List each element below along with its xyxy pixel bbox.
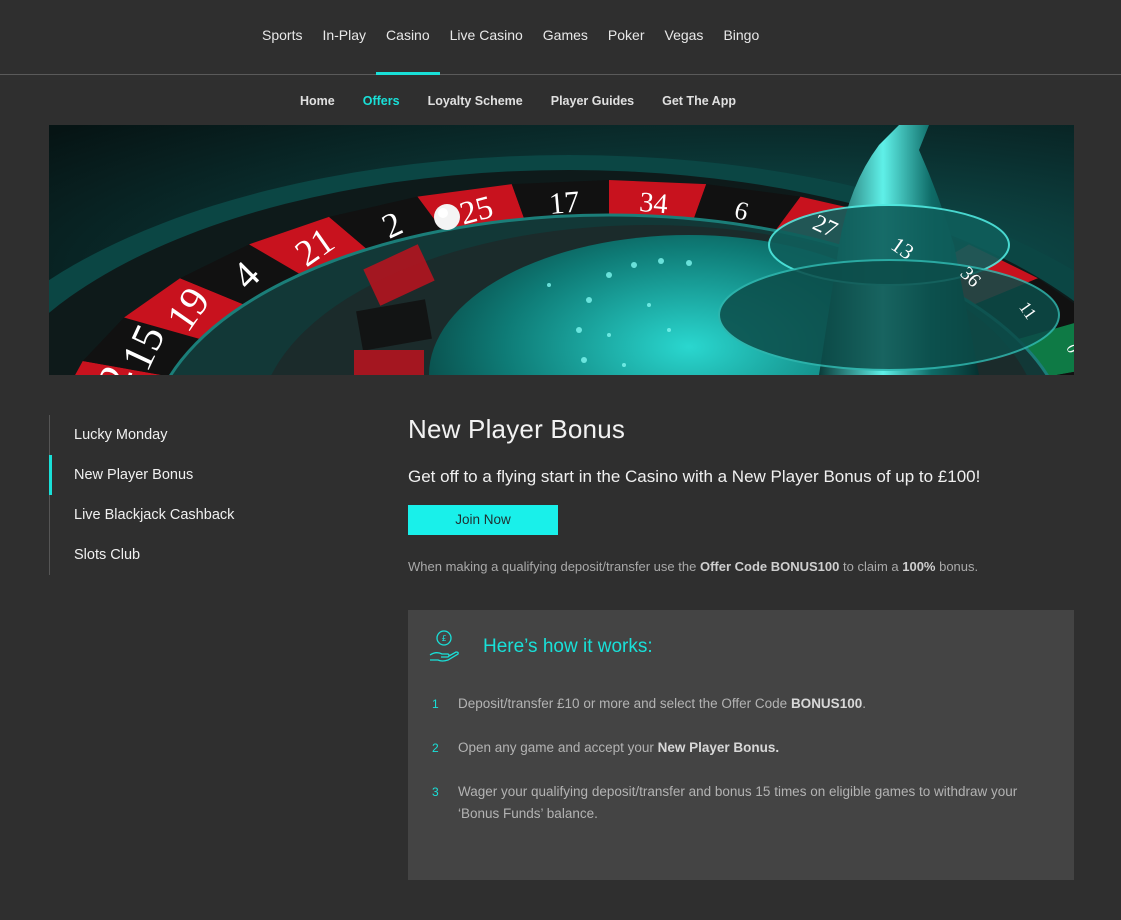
roulette-number: 17 (548, 184, 581, 221)
svg-text:£: £ (441, 634, 446, 643)
top-nav-live-casino[interactable]: Live Casino (440, 0, 533, 74)
step-text-after: . (862, 696, 866, 711)
side-nav-slots-club[interactable]: Slots Club (50, 535, 349, 575)
offers-side-nav: Lucky Monday New Player Bonus Live Black… (49, 415, 349, 575)
step-number: 1 (432, 697, 439, 711)
step-number: 3 (432, 785, 439, 799)
page-title: New Player Bonus (408, 414, 626, 444)
sub-nav-offers[interactable]: Offers (349, 75, 414, 127)
money-hand-icon: £ (429, 630, 459, 662)
sub-nav-home[interactable]: Home (286, 75, 349, 127)
note-offer-code: Offer Code BONUS100 (699, 559, 840, 574)
offer-lead-text: Get off to a flying start in the Casino … (408, 467, 981, 486)
note-prefix: When making a qualifying deposit/transfe… (408, 559, 700, 574)
sub-nav-get-the-app[interactable]: Get The App (648, 75, 750, 127)
top-nav-sports[interactable]: Sports (252, 0, 312, 74)
step-text-main: Wager your qualifying deposit/transfer a… (458, 784, 1018, 821)
step-number: 2 (432, 741, 439, 755)
sub-nav-loyalty-scheme[interactable]: Loyalty Scheme (414, 75, 537, 127)
side-nav-live-blackjack-cashback[interactable]: Live Blackjack Cashback (50, 495, 349, 535)
join-now-button[interactable]: Join Now (408, 505, 558, 535)
hero-banner-roulette-image: 321519421225173462713361105 (49, 125, 1074, 375)
note-middle: to claim a (839, 559, 903, 574)
top-nav-bingo[interactable]: Bingo (713, 0, 769, 74)
roulette-number: 34 (638, 187, 669, 220)
top-nav-casino[interactable]: Casino (376, 0, 440, 75)
step-text: Open any game and accept your New Player… (458, 737, 1058, 759)
top-nav-poker[interactable]: Poker (598, 0, 655, 74)
side-nav-lucky-monday[interactable]: Lucky Monday (50, 415, 349, 455)
step-text-bold: BONUS100 (790, 696, 863, 711)
step-text-bold: New Player Bonus. (657, 740, 780, 755)
sub-nav-player-guides[interactable]: Player Guides (537, 75, 648, 127)
note-percent: 100% (902, 559, 936, 574)
step-text: Deposit/transfer £10 or more and select … (458, 693, 1058, 715)
step-text-main: Deposit/transfer £10 or more and select … (458, 696, 791, 711)
how-it-works-panel: £ Here’s how it works: 1 Deposit/transfe… (408, 610, 1074, 880)
how-it-works-title: Here’s how it works: (483, 636, 653, 657)
top-nav-vegas[interactable]: Vegas (655, 0, 714, 74)
top-nav: Sports In-Play Casino Live Casino Games … (0, 0, 1121, 75)
top-nav-games[interactable]: Games (533, 0, 598, 74)
step-text-main: Open any game and accept your (458, 740, 658, 755)
offer-code-note: When making a qualifying deposit/transfe… (408, 559, 1074, 574)
step-text: Wager your qualifying deposit/transfer a… (458, 781, 1058, 825)
top-nav-in-play[interactable]: In-Play (312, 0, 376, 74)
offer-content: New Player Bonus Get off to a flying sta… (408, 410, 1074, 574)
sub-nav: Home Offers Loyalty Scheme Player Guides… (0, 75, 1121, 125)
roulette-wheel-illustration: 321519421225173462713361105 (49, 125, 1074, 375)
side-nav-new-player-bonus[interactable]: New Player Bonus (49, 455, 349, 495)
note-suffix: bonus. (935, 559, 979, 574)
